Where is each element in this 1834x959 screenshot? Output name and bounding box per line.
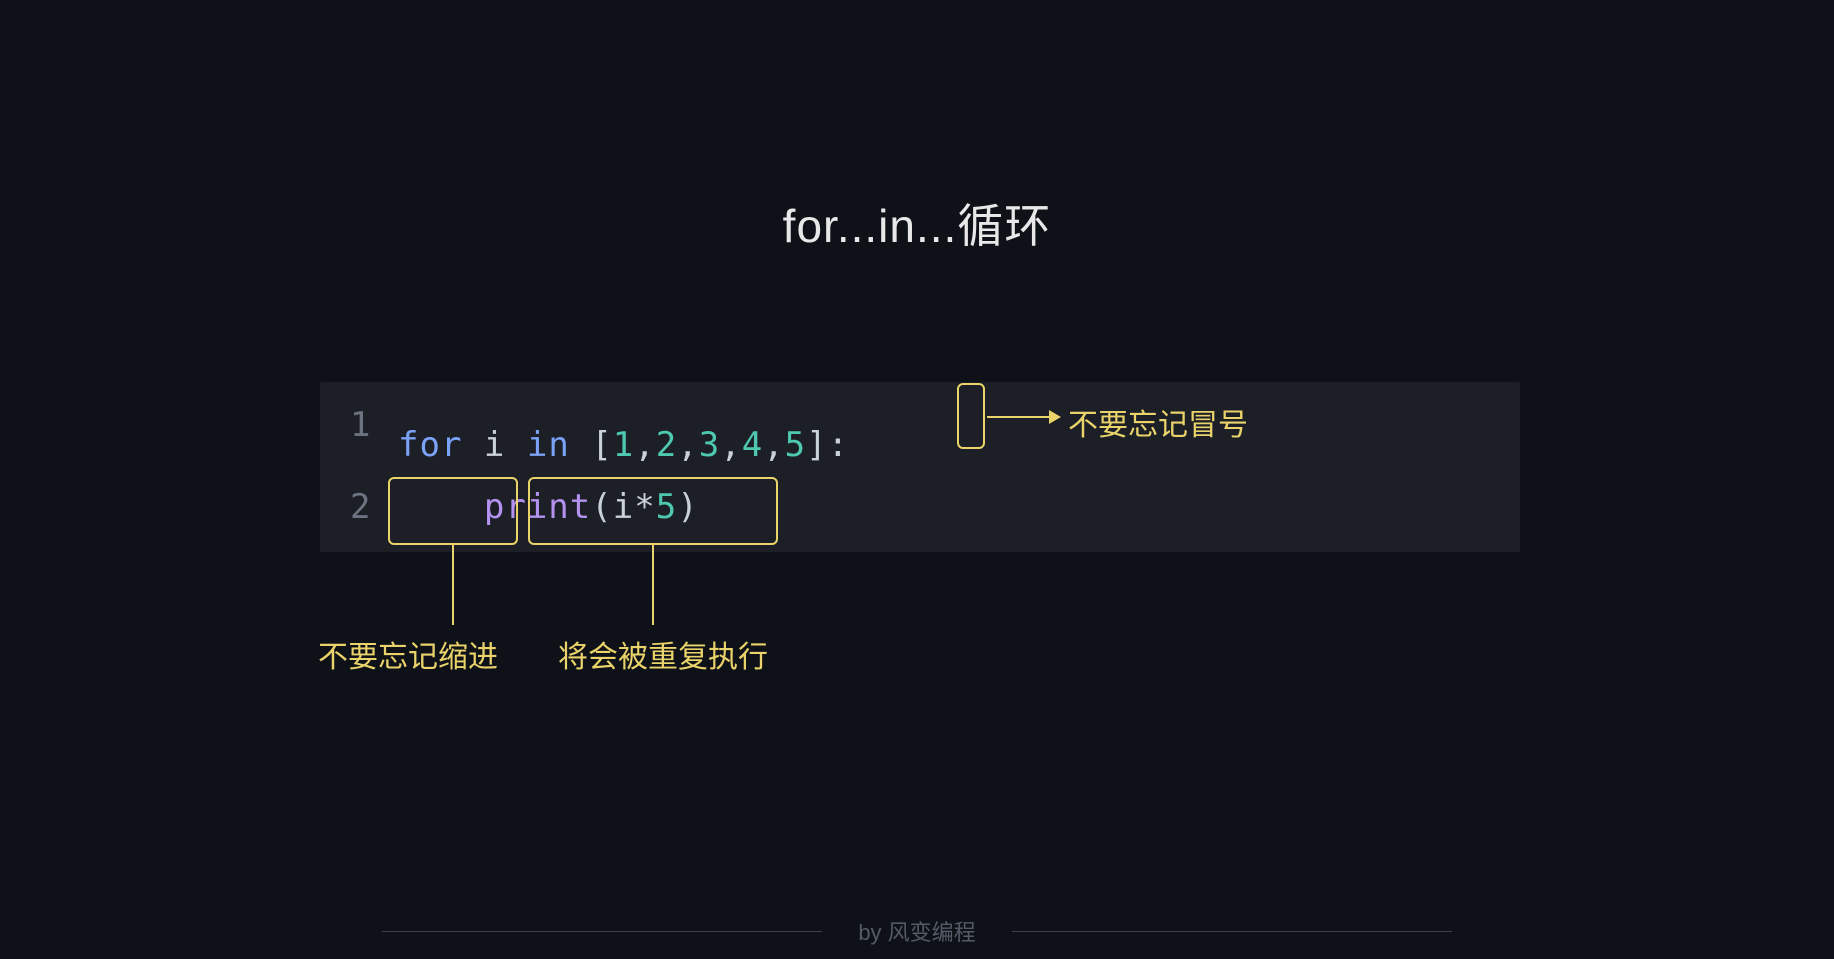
highlight-box-colon [957, 383, 985, 449]
line-number: 1 [350, 405, 398, 445]
divider-line [382, 931, 822, 932]
annotation-indent: 不要忘记缩进 [318, 632, 498, 676]
highlight-box-print [528, 477, 778, 545]
annotation-print: 将会被重复执行 [558, 632, 768, 676]
connector-line [652, 545, 654, 625]
footer: by 风变编程 [0, 915, 1834, 947]
code-line-1: 1 for i in [1,2,3,4,5]: [350, 400, 849, 450]
annotation-colon: 不要忘记冒号 [1068, 400, 1248, 444]
arrow-right-icon [1049, 410, 1061, 424]
code-content: for i in [1,2,3,4,5]: [398, 385, 849, 465]
divider-line [1012, 931, 1452, 932]
footer-text: by 风变编程 [858, 915, 975, 947]
connector-line [452, 545, 454, 625]
highlight-box-indent [388, 477, 518, 545]
slide-title: for...in...循环 [0, 190, 1834, 256]
connector-line [987, 416, 1049, 418]
